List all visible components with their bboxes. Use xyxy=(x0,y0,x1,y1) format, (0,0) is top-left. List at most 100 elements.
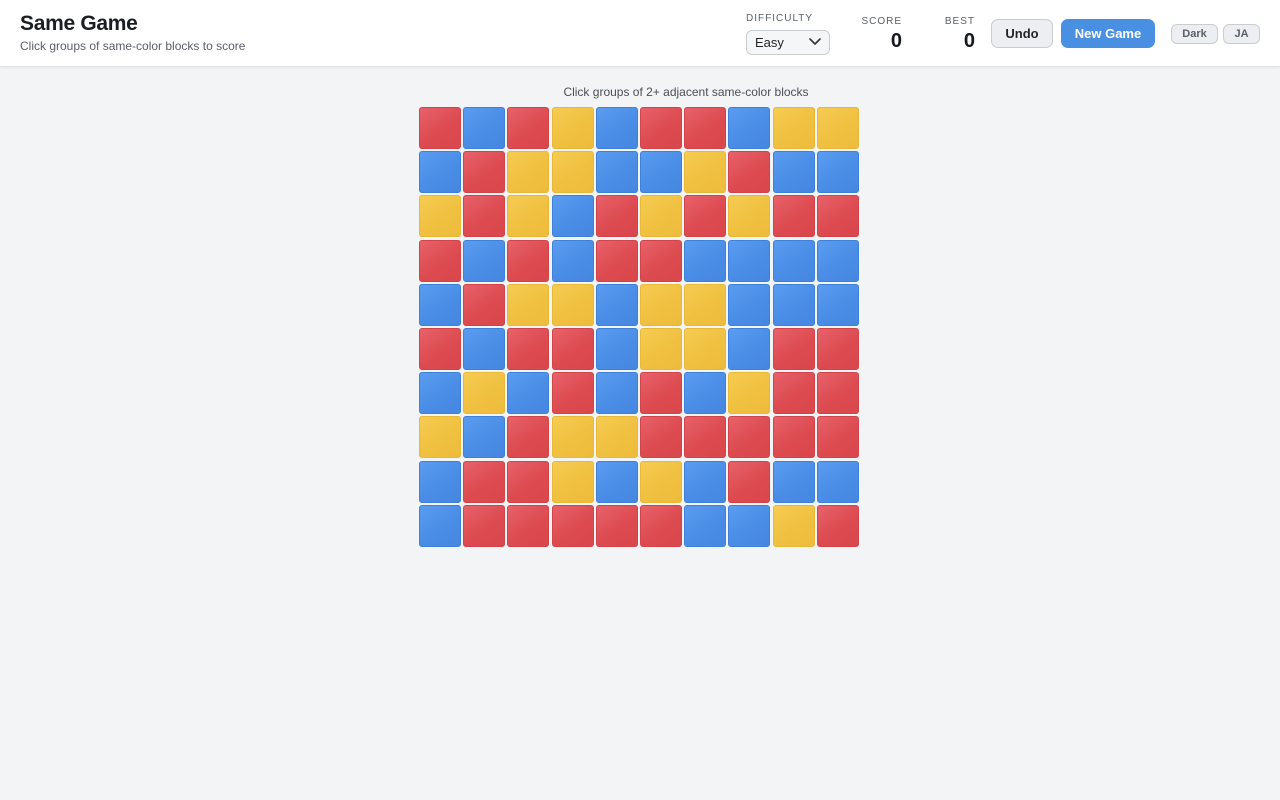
block-red[interactable] xyxy=(684,195,726,237)
block-red[interactable] xyxy=(773,416,815,458)
block-yellow[interactable] xyxy=(463,372,505,414)
block-yellow[interactable] xyxy=(773,505,815,547)
block-red[interactable] xyxy=(640,416,682,458)
block-blue[interactable] xyxy=(463,240,505,282)
block-red[interactable] xyxy=(728,416,770,458)
block-red[interactable] xyxy=(817,195,859,237)
block-yellow[interactable] xyxy=(419,416,461,458)
block-yellow[interactable] xyxy=(419,195,461,237)
block-red[interactable] xyxy=(640,240,682,282)
block-blue[interactable] xyxy=(817,151,859,193)
block-blue[interactable] xyxy=(507,372,549,414)
block-blue[interactable] xyxy=(817,240,859,282)
block-red[interactable] xyxy=(419,328,461,370)
block-red[interactable] xyxy=(596,240,638,282)
block-yellow[interactable] xyxy=(596,416,638,458)
block-blue[interactable] xyxy=(596,372,638,414)
block-blue[interactable] xyxy=(773,240,815,282)
block-blue[interactable] xyxy=(419,505,461,547)
block-blue[interactable] xyxy=(596,461,638,503)
block-blue[interactable] xyxy=(419,372,461,414)
block-blue[interactable] xyxy=(684,372,726,414)
block-blue[interactable] xyxy=(773,461,815,503)
undo-button[interactable]: Undo xyxy=(991,19,1053,48)
block-red[interactable] xyxy=(507,240,549,282)
block-yellow[interactable] xyxy=(552,461,594,503)
block-red[interactable] xyxy=(463,505,505,547)
block-red[interactable] xyxy=(817,328,859,370)
block-blue[interactable] xyxy=(640,151,682,193)
block-blue[interactable] xyxy=(728,284,770,326)
block-yellow[interactable] xyxy=(640,328,682,370)
block-yellow[interactable] xyxy=(507,284,549,326)
block-red[interactable] xyxy=(507,461,549,503)
block-yellow[interactable] xyxy=(552,151,594,193)
block-red[interactable] xyxy=(773,328,815,370)
block-red[interactable] xyxy=(640,372,682,414)
block-blue[interactable] xyxy=(728,505,770,547)
block-blue[interactable] xyxy=(419,461,461,503)
block-blue[interactable] xyxy=(773,151,815,193)
block-red[interactable] xyxy=(728,151,770,193)
new-game-button[interactable]: New Game xyxy=(1061,19,1155,48)
block-red[interactable] xyxy=(463,151,505,193)
block-yellow[interactable] xyxy=(507,195,549,237)
block-red[interactable] xyxy=(817,416,859,458)
block-blue[interactable] xyxy=(728,328,770,370)
block-red[interactable] xyxy=(507,416,549,458)
block-red[interactable] xyxy=(684,416,726,458)
difficulty-select[interactable]: Easy xyxy=(746,30,830,55)
block-yellow[interactable] xyxy=(728,372,770,414)
block-blue[interactable] xyxy=(419,151,461,193)
block-red[interactable] xyxy=(463,461,505,503)
block-red[interactable] xyxy=(552,372,594,414)
block-red[interactable] xyxy=(552,505,594,547)
block-yellow[interactable] xyxy=(728,195,770,237)
block-blue[interactable] xyxy=(463,416,505,458)
block-red[interactable] xyxy=(463,284,505,326)
block-blue[interactable] xyxy=(419,284,461,326)
block-yellow[interactable] xyxy=(640,284,682,326)
block-red[interactable] xyxy=(640,505,682,547)
block-blue[interactable] xyxy=(773,284,815,326)
block-red[interactable] xyxy=(463,195,505,237)
block-blue[interactable] xyxy=(552,240,594,282)
block-blue[interactable] xyxy=(596,328,638,370)
block-red[interactable] xyxy=(817,505,859,547)
block-yellow[interactable] xyxy=(552,107,594,149)
block-red[interactable] xyxy=(640,107,682,149)
block-red[interactable] xyxy=(773,372,815,414)
block-yellow[interactable] xyxy=(552,416,594,458)
block-yellow[interactable] xyxy=(640,195,682,237)
block-yellow[interactable] xyxy=(684,284,726,326)
block-red[interactable] xyxy=(773,195,815,237)
block-blue[interactable] xyxy=(684,461,726,503)
block-red[interactable] xyxy=(684,107,726,149)
block-red[interactable] xyxy=(596,195,638,237)
block-yellow[interactable] xyxy=(773,107,815,149)
block-blue[interactable] xyxy=(463,107,505,149)
block-blue[interactable] xyxy=(684,240,726,282)
block-blue[interactable] xyxy=(596,107,638,149)
block-red[interactable] xyxy=(419,107,461,149)
block-yellow[interactable] xyxy=(684,151,726,193)
block-red[interactable] xyxy=(507,505,549,547)
language-toggle-button[interactable]: JA xyxy=(1223,24,1260,44)
block-red[interactable] xyxy=(507,328,549,370)
block-blue[interactable] xyxy=(596,284,638,326)
block-blue[interactable] xyxy=(728,107,770,149)
block-blue[interactable] xyxy=(817,284,859,326)
block-blue[interactable] xyxy=(684,505,726,547)
block-blue[interactable] xyxy=(552,195,594,237)
block-red[interactable] xyxy=(552,328,594,370)
block-blue[interactable] xyxy=(728,240,770,282)
block-blue[interactable] xyxy=(817,461,859,503)
block-red[interactable] xyxy=(596,505,638,547)
block-red[interactable] xyxy=(817,372,859,414)
block-yellow[interactable] xyxy=(640,461,682,503)
block-yellow[interactable] xyxy=(507,151,549,193)
block-red[interactable] xyxy=(728,461,770,503)
block-blue[interactable] xyxy=(463,328,505,370)
block-blue[interactable] xyxy=(596,151,638,193)
block-yellow[interactable] xyxy=(684,328,726,370)
